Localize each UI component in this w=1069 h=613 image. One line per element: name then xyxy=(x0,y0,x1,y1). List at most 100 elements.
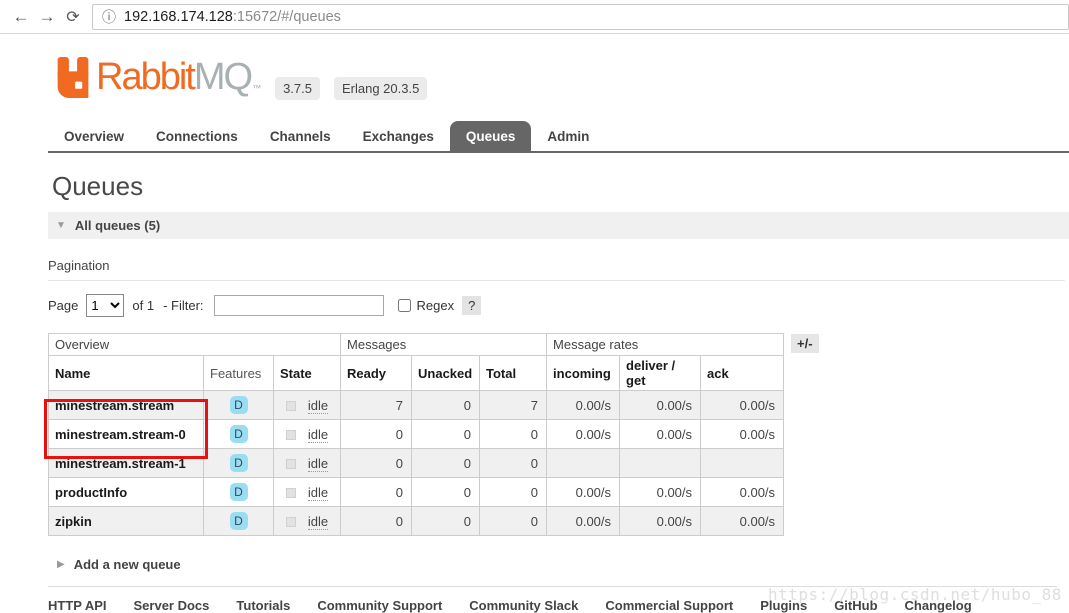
group-messages: Messages xyxy=(340,333,548,356)
nav-tabs: Overview Connections Channels Exchanges … xyxy=(48,121,1069,153)
add-queue-section-header[interactable]: ▶ Add a new queue xyxy=(48,557,1069,572)
footer-link-community-support[interactable]: Community Support xyxy=(317,598,442,613)
forward-icon[interactable]: → xyxy=(34,7,60,27)
features-cell: D xyxy=(203,390,274,420)
state-cell: idle xyxy=(272,506,342,536)
state-indicator-icon xyxy=(285,516,296,527)
url-path: :15672/#/queues xyxy=(232,8,341,25)
col-deliver-get[interactable]: deliver / get xyxy=(619,355,702,391)
ack-cell: 0.00/s xyxy=(700,506,785,536)
table-row: zipkin D idle 0 0 0 0.00/s 0.00/s 0.00/s xyxy=(48,506,785,536)
tab-connections[interactable]: Connections xyxy=(140,121,254,151)
ack-cell: 0.00/s xyxy=(700,419,785,449)
state-indicator-icon xyxy=(285,400,296,411)
table-row: minestream.stream D idle 7 0 7 0.00/s 0.… xyxy=(48,390,785,420)
rabbitmq-logo-icon xyxy=(54,57,92,104)
table-column-header-row: Name Features State Ready Unacked Total … xyxy=(48,355,785,391)
col-unacked[interactable]: Unacked xyxy=(411,355,481,391)
footer-link-community-slack[interactable]: Community Slack xyxy=(469,598,578,613)
state-indicator-icon xyxy=(285,458,296,469)
filter-input[interactable] xyxy=(213,295,384,316)
total-cell: 7 xyxy=(479,390,548,420)
app-header: RabbitMQ™ 3.7.5 Erlang 20.3.5 xyxy=(48,55,1069,102)
ready-cell: 0 xyxy=(340,477,413,507)
tab-exchanges[interactable]: Exchanges xyxy=(347,121,450,151)
incoming-cell: 0.00/s xyxy=(546,390,621,420)
state-indicator-icon xyxy=(285,429,296,440)
total-cell: 0 xyxy=(479,448,548,478)
unacked-cell: 0 xyxy=(411,390,481,420)
pagination-controls: Page 1 of 1 - Filter: Regex ? xyxy=(48,294,1069,317)
tab-channels[interactable]: Channels xyxy=(254,121,347,151)
tab-overview[interactable]: Overview xyxy=(48,121,140,151)
all-queues-label: All queues (5) xyxy=(74,218,161,233)
reload-icon[interactable]: ⟳ xyxy=(60,7,86,27)
add-queue-label: Add a new queue xyxy=(73,557,181,572)
col-incoming[interactable]: incoming xyxy=(546,355,621,391)
chevron-right-icon: ▶ xyxy=(57,559,65,570)
regex-checkbox[interactable] xyxy=(397,299,411,312)
unacked-cell: 0 xyxy=(411,477,481,507)
tab-admin[interactable]: Admin xyxy=(531,121,605,151)
regex-help-button[interactable]: ? xyxy=(462,296,482,315)
queue-name-link[interactable]: zipkin xyxy=(48,506,204,536)
queue-name-link[interactable]: productInfo xyxy=(48,477,204,507)
group-overview: Overview xyxy=(47,333,342,356)
brand-primary: Rabbit xyxy=(96,56,196,98)
table-row: minestream.stream-0 D idle 0 0 0 0.00/s … xyxy=(48,419,785,449)
of-pages-label: of 1 xyxy=(132,298,155,313)
watermark: https://blog.csdn.net/hubo_88 xyxy=(768,585,1062,604)
col-features: Features xyxy=(203,355,274,391)
all-queues-section-header[interactable]: ▼ All queues (5) xyxy=(48,212,1069,239)
unacked-cell: 0 xyxy=(411,419,481,449)
ack-cell xyxy=(700,448,785,478)
state-cell: idle xyxy=(272,448,342,478)
footer-link-tutorials[interactable]: Tutorials xyxy=(236,598,290,613)
queue-name-link[interactable]: minestream.stream-0 xyxy=(48,419,204,449)
ack-cell: 0.00/s xyxy=(700,390,785,420)
deliver-get-cell xyxy=(619,448,702,478)
address-bar[interactable]: ⓘ 192.168.174.128:15672/#/queues xyxy=(92,3,1069,30)
deliver-get-cell: 0.00/s xyxy=(619,477,702,507)
queue-name-link[interactable]: minestream.stream-1 xyxy=(48,448,204,478)
unacked-cell: 0 xyxy=(411,506,481,536)
footer-link-commercial-support[interactable]: Commercial Support xyxy=(605,598,733,613)
footer-link-http-api[interactable]: HTTP API xyxy=(48,598,107,613)
state-cell: idle xyxy=(272,419,342,449)
chevron-down-icon: ▼ xyxy=(56,220,66,231)
durable-badge: D xyxy=(229,483,248,501)
durable-badge: D xyxy=(229,425,248,443)
info-icon[interactable]: ⓘ xyxy=(102,7,116,27)
page-select[interactable]: 1 xyxy=(86,294,125,317)
ready-cell: 0 xyxy=(340,448,413,478)
back-icon[interactable]: ← xyxy=(8,7,34,27)
column-toggle-button[interactable]: +/- xyxy=(791,334,819,353)
features-cell: D xyxy=(203,419,274,449)
col-name[interactable]: Name xyxy=(48,355,204,391)
incoming-cell: 0.00/s xyxy=(546,477,621,507)
features-cell: D xyxy=(203,506,274,536)
incoming-cell: 0.00/s xyxy=(546,419,621,449)
features-cell: D xyxy=(203,477,274,507)
col-total[interactable]: Total xyxy=(479,355,548,391)
total-cell: 0 xyxy=(479,506,548,536)
brand-secondary: MQ xyxy=(193,56,253,98)
pagination-heading: Pagination xyxy=(48,258,1065,281)
tab-queues[interactable]: Queues xyxy=(449,121,532,151)
table-row: productInfo D idle 0 0 0 0.00/s 0.00/s 0… xyxy=(48,477,785,507)
queues-table-wrap: Overview Messages Message rates Name Fea… xyxy=(44,333,819,536)
rabbitmq-wordmark[interactable]: RabbitMQ™ xyxy=(96,55,261,110)
queue-name-link[interactable]: minestream.stream xyxy=(48,390,204,420)
ack-cell: 0.00/s xyxy=(700,477,785,507)
group-message-rates: Message rates xyxy=(546,333,785,356)
col-state[interactable]: State xyxy=(272,355,342,391)
features-cell: D xyxy=(203,448,274,478)
table-group-header-row: Overview Messages Message rates xyxy=(47,333,785,356)
footer-link-server-docs[interactable]: Server Docs xyxy=(134,598,210,613)
ready-cell: 0 xyxy=(340,506,413,536)
col-ready[interactable]: Ready xyxy=(340,355,413,391)
durable-badge: D xyxy=(229,512,248,530)
total-cell: 0 xyxy=(479,477,548,507)
ready-cell: 7 xyxy=(340,390,413,420)
col-ack[interactable]: ack xyxy=(700,355,785,391)
